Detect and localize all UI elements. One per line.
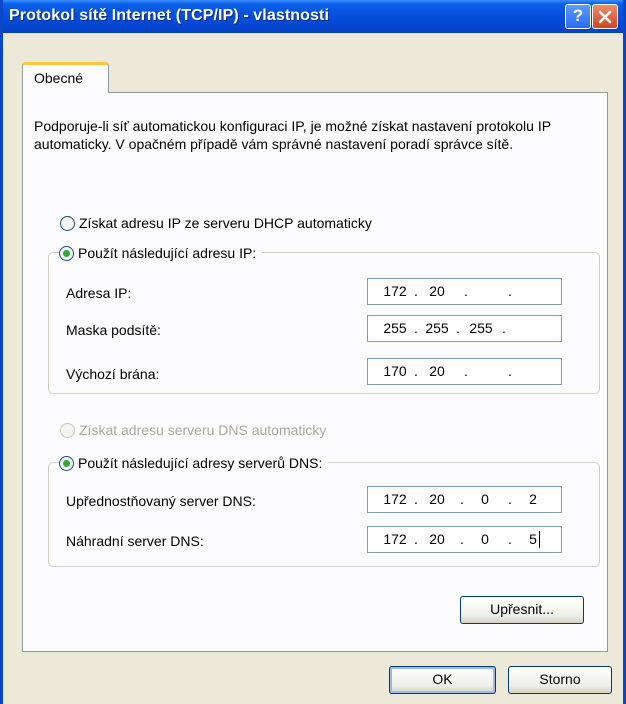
octet-1: 172 (383, 283, 407, 299)
octet-3: 0 (481, 491, 489, 507)
octet-dot: . (464, 363, 468, 379)
octet-1: 172 (383, 491, 407, 507)
radio-ip-auto[interactable]: Získat adresu IP ze serveru DHCP automat… (60, 214, 372, 232)
octet-dot: . (464, 283, 468, 299)
tab-general[interactable]: Obecné (22, 62, 109, 93)
octet-4: 5 (529, 531, 537, 547)
octet-2: 20 (429, 283, 445, 299)
octet-1: 172 (383, 531, 407, 547)
alternate-dns-field[interactable]: 172 . 20 . 0 . 5 (367, 526, 562, 553)
octet-4: 2 (529, 491, 537, 507)
octet-dot: . (414, 283, 418, 299)
title-bar[interactable]: Protokol sítě Internet (TCP/IP) - vlastn… (3, 0, 623, 33)
radio-dns-manual[interactable]: Použít následující adresy serverů DNS: (59, 454, 329, 472)
ip-address-field[interactable]: 172 . 20 . . (367, 278, 562, 305)
octet-1: 255 (383, 320, 407, 336)
radio-ip-manual[interactable]: Použít následující adresu IP: (59, 244, 263, 262)
octet-dot: . (508, 491, 512, 507)
octet-dot: . (508, 363, 512, 379)
octet-2: 255 (425, 320, 449, 336)
default-gateway-field[interactable]: 170 . 20 . . (367, 358, 562, 385)
octet-3: 255 (469, 320, 493, 336)
radio-dns-auto-label: Získat adresu serveru DNS automaticky (79, 422, 327, 438)
default-gateway-label: Výchozí brána: (66, 366, 160, 382)
close-button[interactable] (592, 4, 618, 29)
radio-dns-auto[interactable]: Získat adresu serveru DNS automaticky (60, 421, 327, 439)
octet-dot: . (508, 283, 512, 299)
octet-2: 20 (429, 491, 445, 507)
octet-dot: . (414, 491, 418, 507)
radio-ip-auto-label: Získat adresu IP ze serveru DHCP automat… (79, 215, 372, 231)
preferred-dns-label: Upřednostňovaný server DNS: (66, 493, 256, 509)
radio-dns-auto-indicator[interactable] (60, 422, 75, 438)
subnet-mask-label: Maska podsítě: (66, 322, 161, 338)
preferred-dns-field[interactable]: 172 . 20 . 0 . 2 (367, 486, 562, 513)
octet-dot: . (508, 531, 512, 547)
octet-dot: . (414, 363, 418, 379)
description-text: Podporuje-li síť automatickou konfigurac… (34, 118, 551, 152)
alternate-dns-label: Náhradní server DNS: (66, 533, 204, 549)
text-caret (539, 531, 540, 548)
octet-dot: . (414, 320, 418, 336)
ip-address-label: Adresa IP: (66, 285, 132, 301)
octet-2: 20 (429, 363, 445, 379)
radio-dns-manual-indicator[interactable] (59, 455, 74, 471)
octet-dot: . (414, 531, 418, 547)
subnet-mask-field[interactable]: 255 . 255 . 255 . (367, 315, 562, 342)
radio-ip-auto-indicator[interactable] (60, 215, 75, 231)
ok-button[interactable]: OK (389, 666, 496, 694)
octet-dot: . (456, 320, 460, 336)
help-button[interactable]: ? (565, 4, 591, 29)
octet-dot: . (460, 491, 464, 507)
help-icon: ? (572, 6, 584, 25)
cancel-button[interactable]: Storno (508, 666, 612, 694)
radio-ip-manual-label: Použít následující adresu IP: (78, 245, 257, 261)
octet-3: 0 (481, 531, 489, 547)
octet-dot: . (502, 320, 506, 336)
radio-ip-manual-indicator[interactable] (59, 245, 74, 261)
window-title: Protokol sítě Internet (TCP/IP) - vlastn… (9, 7, 329, 24)
octet-1: 170 (383, 363, 407, 379)
tab-general-label: Obecné (34, 70, 84, 86)
octet-2: 20 (429, 531, 445, 547)
octet-dot: . (460, 531, 464, 547)
radio-dns-manual-label: Použít následující adresy serverů DNS: (78, 455, 323, 471)
advanced-button[interactable]: Upřesnit... (460, 596, 584, 624)
close-icon (598, 10, 612, 24)
